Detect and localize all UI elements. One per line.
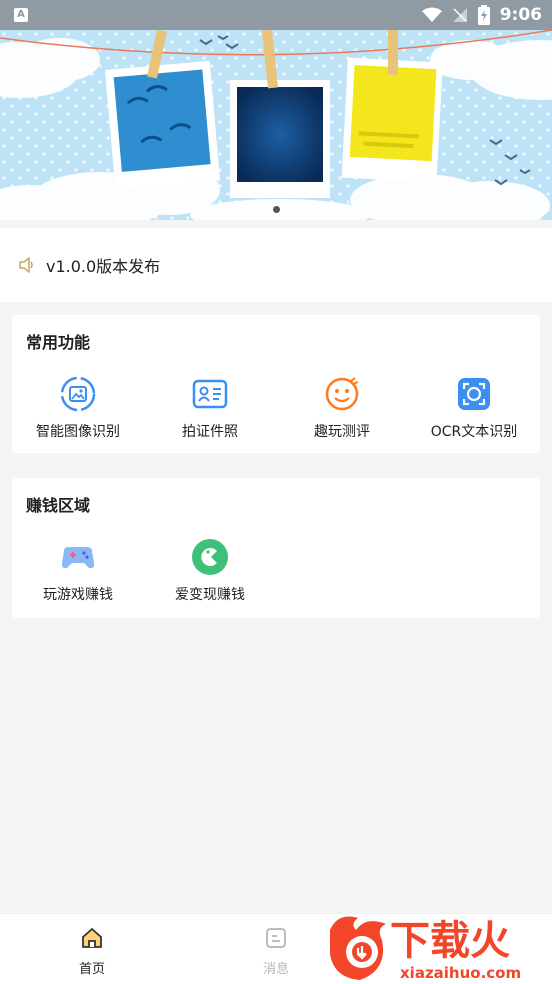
status-bar: A 9:06 [0, 0, 552, 30]
feature-label: 爱变现赚钱 [175, 587, 245, 603]
home-icon [82, 928, 102, 948]
battery-icon [477, 5, 490, 25]
earn-money-card: 赚钱区域 玩游戏赚钱 爱变现赚钱 [12, 478, 540, 618]
clock: 9:06 [499, 5, 542, 25]
feature-cash-app[interactable]: 爱变现赚钱 [144, 538, 276, 604]
banner-carousel[interactable] [0, 30, 552, 220]
image-recognition-icon [60, 376, 96, 412]
tab-home[interactable]: 首页 [52, 926, 132, 977]
feature-image-recognition[interactable]: 智能图像识别 [12, 375, 144, 441]
section-title: 赚钱区域 [26, 496, 91, 515]
tab-messages[interactable]: 消息 [236, 926, 316, 977]
announcement-bar[interactable]: v1.0.0版本发布 [0, 228, 552, 302]
svg-text:xiazaihuo.com: xiazaihuo.com [400, 964, 521, 982]
carousel-indicator [0, 206, 552, 216]
tab-label: 首页 [78, 962, 105, 977]
banner-image [0, 30, 552, 220]
cash-app-icon [192, 539, 228, 575]
feature-label: OCR文本识别 [430, 424, 518, 440]
speaker-icon [19, 257, 33, 273]
feature-id-photo[interactable]: 拍证件照 [144, 375, 276, 441]
fun-test-icon [325, 377, 359, 411]
ocr-scan-icon [458, 378, 490, 410]
wifi-icon [421, 7, 442, 22]
section-title: 常用功能 [26, 333, 91, 352]
gamepad-icon [61, 547, 95, 569]
announcement-text: v1.0.0版本发布 [46, 257, 161, 276]
feature-label: 拍证件照 [182, 424, 238, 440]
no-signal-icon [452, 8, 467, 22]
svg-text:下载火: 下载火 [390, 918, 510, 964]
feature-ocr[interactable]: OCR文本识别 [408, 375, 540, 441]
feature-label: 玩游戏赚钱 [43, 587, 113, 603]
feature-fun-test[interactable]: 趣玩测评 [276, 375, 408, 441]
app-notification-icon: A [14, 8, 28, 22]
feature-play-games[interactable]: 玩游戏赚钱 [12, 538, 144, 604]
message-icon [266, 928, 286, 948]
tab-label: 消息 [262, 962, 289, 977]
watermark-logo: 下载火 xiazaihuo.com [330, 916, 521, 982]
id-card-icon [192, 379, 228, 409]
common-functions-card: 常用功能 智能图像识别 拍证件照 趣玩测评 OCR文本识别 [12, 315, 540, 453]
feature-label: 智能图像识别 [36, 424, 120, 440]
feature-label: 趣玩测评 [314, 424, 370, 440]
carousel-dot[interactable] [272, 206, 280, 213]
